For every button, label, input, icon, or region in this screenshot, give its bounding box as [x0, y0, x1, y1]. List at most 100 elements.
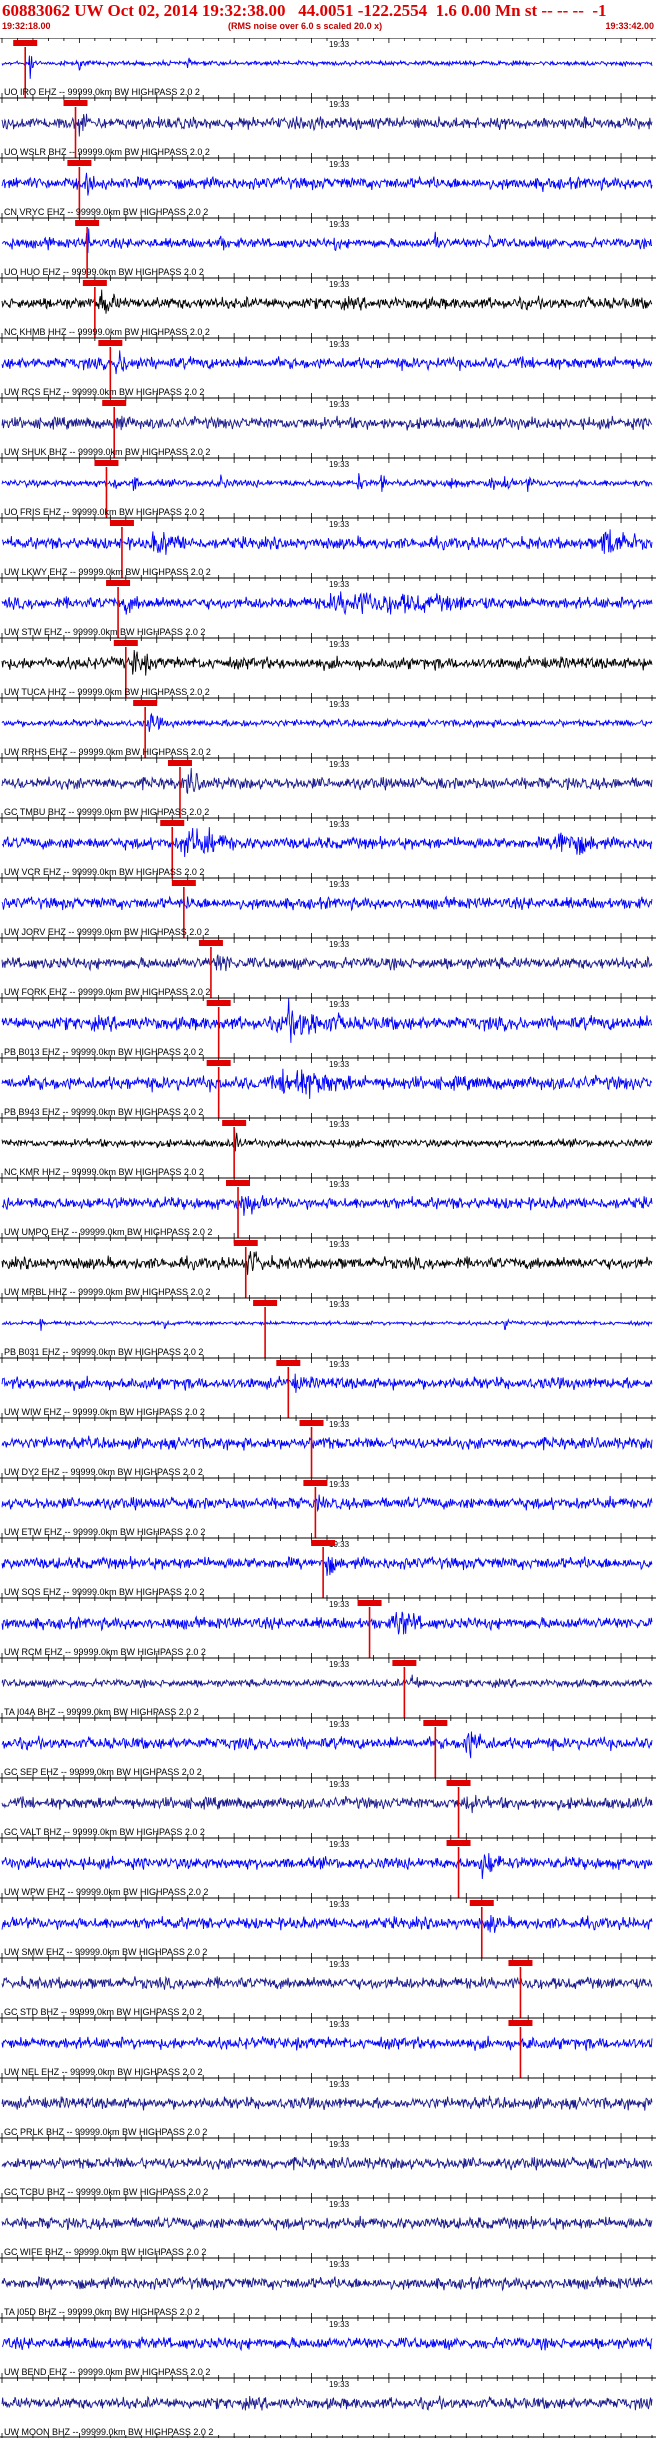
station-label: UW RCM EHZ -- 99999.0km BW HIGHPASS 2.0 … — [4, 1647, 206, 1657]
waveform-trace — [1, 954, 653, 972]
station-label: UW UMPQ EHZ -- 99999.0km BW HIGHPASS 2.0… — [4, 1227, 212, 1237]
station-label: UO IRO EHZ -- 99999.0km BW HIGHPASS 2.0 … — [4, 87, 200, 97]
waveform-trace — [1, 591, 653, 616]
waveform-trace — [1, 529, 653, 555]
mid-time-label: 19:33 — [329, 580, 350, 589]
waveform-trace — [1, 2095, 653, 2111]
mid-time-label: 19:33 — [329, 520, 350, 529]
mid-time-label: 19:33 — [329, 2200, 350, 2209]
start-time: 19:32:18.00 — [2, 21, 51, 31]
pick-flag — [171, 880, 196, 886]
mid-time-label: 19:33 — [329, 2020, 350, 2029]
waveform-trace — [1, 1731, 653, 1759]
pick-flag — [311, 1540, 336, 1546]
mid-time-label: 19:33 — [329, 40, 350, 49]
pick-flag — [160, 820, 185, 826]
mid-time-label: 19:33 — [329, 2140, 350, 2149]
rms-subtitle: (RMS noise over 6.0 s scaled 20.0 x) — [228, 21, 383, 31]
pick-flag — [446, 1780, 471, 1786]
waveform-trace — [1, 1555, 653, 1576]
station-label: PB B013 EHZ -- 99999.0km BW HIGHPASS 2.0… — [4, 1047, 203, 1057]
event-title: 60883062 UW Oct 02, 2014 19:32:38.00 44.… — [2, 1, 607, 20]
station-label: UO FRIS EHZ -- 99999.0km BW HIGHPASS 2.0… — [4, 507, 204, 517]
station-label: GC TCBU BHZ -- 99999.0km BW HIGHPASS 2.0… — [4, 2187, 208, 2197]
waveform-trace — [1, 895, 653, 912]
station-label: GC WIFE BHZ -- 99999.0km BW HIGHPASS 2.0… — [4, 2247, 206, 2257]
mid-time-label: 19:33 — [329, 1780, 350, 1789]
waveform-trace — [1, 350, 653, 375]
waveform-trace — [1, 172, 653, 196]
pick-flag — [113, 640, 138, 646]
mid-time-label: 19:33 — [329, 2260, 350, 2269]
mid-time-label: 19:33 — [329, 640, 350, 649]
pick-flag — [167, 760, 192, 766]
waveform-trace — [1, 1914, 653, 1933]
mid-time-label: 19:33 — [329, 460, 350, 469]
waveform-trace — [1, 649, 653, 676]
mid-time-label: 19:33 — [329, 1240, 350, 1249]
pick-flag — [13, 40, 38, 46]
waveform-trace — [1, 1251, 653, 1275]
pick-flag — [206, 1000, 231, 1006]
station-label: UW TUCA HHZ -- 99999.0km BW HIGHPASS 2.0… — [4, 687, 210, 697]
pick-flag — [82, 280, 107, 286]
waveform-trace — [1, 2336, 653, 2352]
mid-time-label: 19:33 — [329, 1480, 350, 1489]
waveform-trace — [1, 1794, 653, 1814]
waveform-trace — [1, 1611, 653, 1635]
pick-flag — [446, 1840, 471, 1846]
waveform-trace — [1, 1373, 653, 1393]
pick-flag — [102, 400, 127, 406]
waveform-trace — [1, 1494, 653, 1513]
mid-time-label: 19:33 — [329, 880, 350, 889]
station-label: UW FORK EHZ -- 99999.0km BW HIGHPASS 2.0… — [4, 987, 210, 997]
pick-flag — [67, 160, 92, 166]
pick-flag — [508, 2020, 533, 2026]
seismogram-plot: 19:33 UO IRO EHZ -- 99999.0km BW HIGHPASS… — [0, 38, 656, 2438]
mid-time-label: 19:33 — [329, 2320, 350, 2329]
station-label: UW SOS EHZ -- 99999.0km BW HIGHPASS 2.0 … — [4, 1587, 204, 1597]
waveform-trace — [1, 827, 653, 858]
seismogram-panel: 19:33 UO IRO EHZ -- 99999.0km BW HIGHPASS… — [0, 38, 656, 2438]
station-label: GC VALT BHZ -- 99999.0km BW HIGHPASS 2.0… — [4, 1827, 205, 1837]
pick-flag — [233, 1240, 258, 1246]
mid-time-label: 19:33 — [329, 1060, 350, 1069]
station-label: CN VRYC EHZ -- 99999.0km BW HIGHPASS 2.0… — [4, 207, 208, 217]
waveform-trace — [1, 2156, 653, 2171]
waveform-trace — [1, 228, 652, 254]
station-label: GC PRLK BHZ -- 99999.0km BW HIGHPASS 2.0… — [4, 2127, 207, 2137]
mid-time-label: 19:33 — [329, 940, 350, 949]
mid-time-label: 19:33 — [329, 2380, 350, 2389]
station-label: TA I05D BHZ -- 99999.0km BW HIGHPASS 2.0… — [4, 2307, 200, 2317]
plot-header: 60883062 UW Oct 02, 2014 19:32:38.00 44.… — [0, 0, 656, 38]
station-label: UW STW EHZ -- 99999.0km BW HIGHPASS 2.0 … — [4, 627, 205, 637]
waveform-trace — [1, 2395, 653, 2411]
pick-flag — [75, 220, 100, 226]
station-label: GC SEP EHZ -- 99999.0km BW HIGHPASS 2.0 … — [4, 1767, 202, 1777]
mid-time-label: 19:33 — [329, 1000, 350, 1009]
mid-time-label: 19:33 — [329, 1840, 350, 1849]
waveform-trace — [1, 767, 653, 794]
station-label: UW LKWY EHZ -- 99999.0km BW HIGHPASS 2.0… — [4, 567, 211, 577]
pick-flag — [253, 1300, 278, 1306]
station-label: UO WSLR BHZ -- 99999.0km BW HIGHPASS 2.0… — [4, 147, 210, 157]
mid-time-label: 19:33 — [329, 1660, 350, 1669]
pick-flag — [392, 1660, 417, 1666]
mid-time-label: 19:33 — [329, 160, 350, 169]
mid-time-label: 19:33 — [329, 100, 350, 109]
pick-flag — [423, 1720, 448, 1726]
mid-time-label: 19:33 — [329, 220, 350, 229]
station-label: UW WPW EHZ -- 99999.0km BW HIGHPASS 2.0 … — [4, 1887, 208, 1897]
mid-time-label: 19:33 — [329, 1300, 350, 1309]
station-label: PB B943 EHZ -- 99999.0km BW HIGHPASS 2.0… — [4, 1107, 203, 1117]
waveform-trace — [1, 113, 653, 137]
waveform-trace — [1, 1195, 653, 1216]
end-time: 19:33:42.00 — [605, 21, 654, 31]
mid-time-label: 19:33 — [329, 1600, 350, 1609]
waveform-trace — [1, 473, 653, 493]
pick-flag — [508, 1960, 533, 1966]
pick-flag — [63, 100, 88, 106]
mid-time-label: 19:33 — [329, 1900, 350, 1909]
waveform-trace — [1, 1853, 653, 1880]
waveform-trace — [1, 55, 653, 79]
